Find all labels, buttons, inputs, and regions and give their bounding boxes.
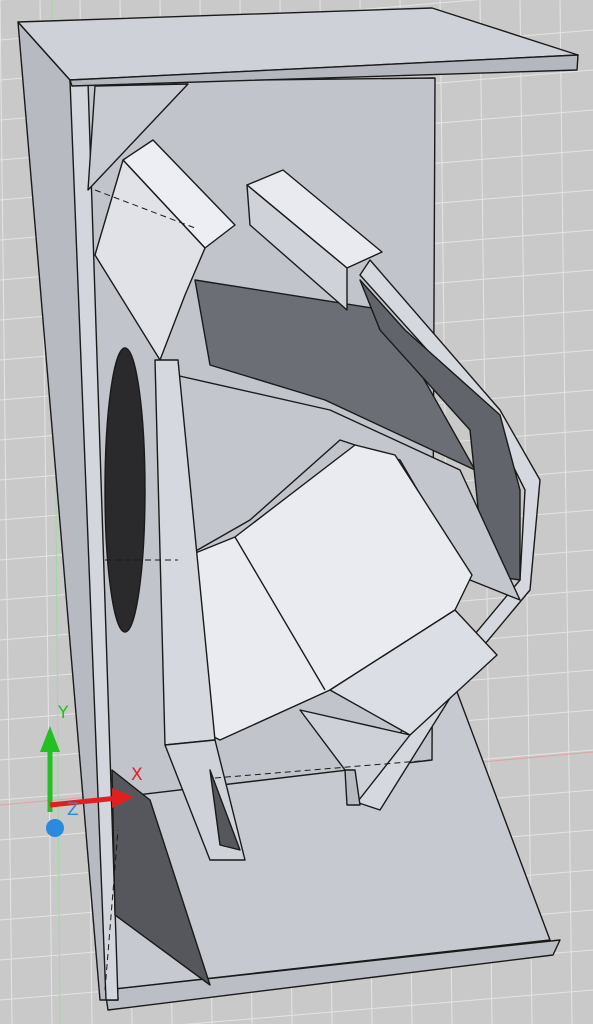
ucs-x-label: X <box>131 765 143 785</box>
ucs-y-arrowhead <box>40 726 60 752</box>
grid-line <box>183 989 593 1024</box>
port-opening[interactable] <box>104 347 146 633</box>
ucs-y-label: Y <box>57 703 69 723</box>
cad-3d-viewport[interactable]: Y X Z <box>0 0 593 1024</box>
ucs-z-label: Z <box>67 800 79 820</box>
model-canvas[interactable]: Y X Z <box>0 0 593 1024</box>
ucs-z-axis-dot <box>46 819 64 837</box>
grid-line <box>0 0 13 1024</box>
